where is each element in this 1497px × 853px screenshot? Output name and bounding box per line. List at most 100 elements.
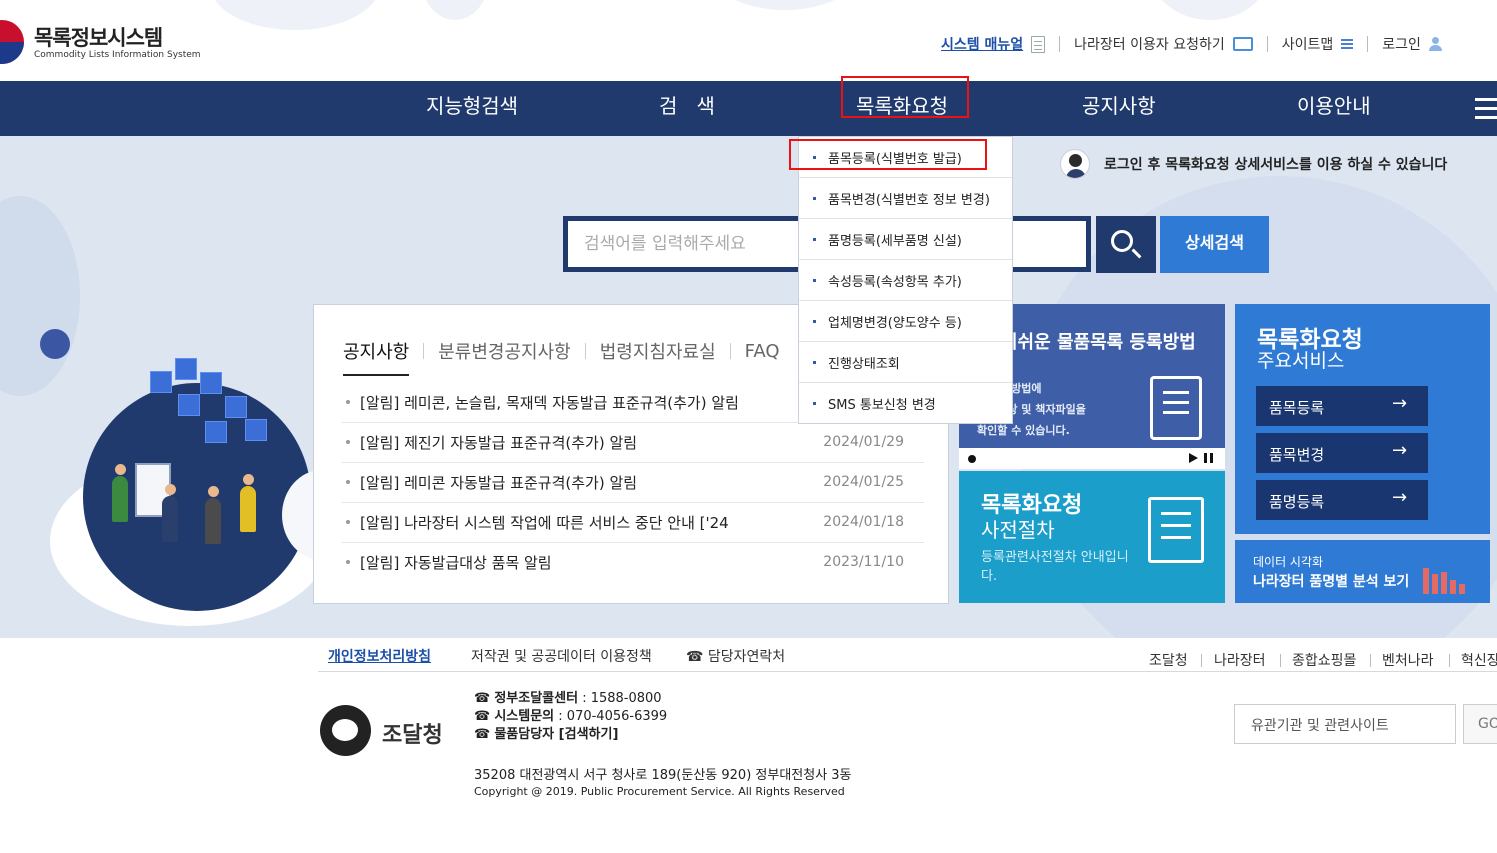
notice-date: 2024/01/29: [823, 434, 904, 450]
tab-classification-notices[interactable]: 분류변경공지사항: [438, 338, 570, 364]
listing-request-dropdown: 품목등록(식별번호 발급) 품목변경(식별번호 정보 변경) 품명등록(세부품명…: [798, 136, 1013, 424]
menu-item-item-registration[interactable]: 품목등록(식별번호 발급): [799, 137, 1012, 178]
bar-chart-icon: [1421, 560, 1473, 594]
footer-site-link[interactable]: 나라장터: [1214, 650, 1266, 670]
divider: [1367, 36, 1369, 52]
header-decoration: [210, 0, 380, 30]
notice-title: [알림] 자동발급대상 품목 알림: [360, 554, 552, 572]
tab-notices[interactable]: 공지사항: [343, 338, 410, 376]
phone-icon: ☎: [474, 727, 491, 742]
cube-icon: [178, 394, 200, 416]
menu-item-name-registration[interactable]: 품명등록(세부품명 신설): [799, 219, 1012, 260]
contact-line: ☎ 정부조달콜센터 : 1588-0800: [474, 690, 667, 708]
header-decoration: [710, 0, 860, 10]
service-label: 품명등록: [1269, 493, 1325, 511]
divider: [1370, 654, 1371, 667]
org-name: 조달청: [382, 723, 443, 748]
copyright-policy-link[interactable]: 저작권 및 공공데이터 이용정책: [471, 646, 652, 666]
menu-item-progress-status[interactable]: 진행상태조회: [799, 342, 1012, 383]
bullet-icon: [346, 560, 350, 564]
nav-listing-request[interactable]: 목록화요청: [856, 81, 948, 136]
bullet-icon: [813, 197, 816, 200]
data-visualization-banner[interactable]: 데이터 시각화 나라장터 품명별 분석 보기: [1235, 540, 1490, 603]
go-button[interactable]: GO: [1463, 704, 1497, 744]
notice-date: 2024/01/18: [823, 514, 904, 530]
notice-title: [알림] 제진기 자동발급 표준규격(추가) 알림: [360, 434, 638, 452]
notice-tabs: 공지사항 분류변경공지사항 법령지침자료실 FAQ: [343, 338, 780, 376]
footer-site-link[interactable]: 종합쇼핑몰: [1292, 650, 1356, 670]
tab-faq[interactable]: FAQ: [745, 341, 780, 362]
footer-site-link[interactable]: 혁신장: [1461, 650, 1497, 670]
notice-title: [알림] 레미콘 자동발급 표준규격(추가) 알림: [360, 474, 638, 492]
cube-icon: [225, 396, 247, 418]
cube-icon: [200, 372, 222, 394]
search-button[interactable]: [1096, 216, 1156, 273]
notice-date: 2024/01/25: [823, 474, 904, 490]
service-item-register-button[interactable]: 품목등록 →: [1256, 386, 1428, 426]
search-icon: [1111, 230, 1133, 252]
site-logo[interactable]: 목록정보시스템 Commodity Lists Information Syst…: [0, 20, 201, 64]
user-request-link[interactable]: 나라장터 이용자 요청하기: [1074, 34, 1225, 54]
menu-item-attribute-registration[interactable]: 속성등록(속성항목 추가): [799, 260, 1012, 301]
cube-icon: [175, 358, 197, 380]
menu-item-company-name-change[interactable]: 업체명변경(양도양수 등): [799, 301, 1012, 342]
monitor-icon: [1232, 37, 1253, 51]
phone-icon: ☎: [474, 709, 491, 724]
cube-icon: [245, 419, 267, 441]
contact-link[interactable]: ☎ 담당자연락처: [686, 646, 785, 666]
menu-item-sms-notification[interactable]: SMS 통보신청 변경: [799, 383, 1012, 424]
privacy-policy-link[interactable]: 개인정보처리방침: [328, 646, 431, 666]
pre-procedure-card[interactable]: 목록화요청 사전절차 등록관련사전절차 안내입니다.: [959, 471, 1225, 603]
advanced-search-button[interactable]: 상세검색: [1160, 216, 1269, 273]
list-item[interactable]: [알림] 레미콘 자동발급 표준규격(추가) 알림 2024/01/25: [342, 463, 924, 503]
clipboard-icon: [1150, 376, 1202, 440]
contact-line[interactable]: ☎ 물품담당자 [검색하기]: [474, 726, 667, 744]
nav-search[interactable]: 검 색: [659, 81, 715, 136]
pps-logo[interactable]: 조달청: [320, 704, 454, 758]
divider: [729, 343, 731, 359]
document-icon: [1031, 35, 1046, 53]
list-item[interactable]: [알림] 나라장터 시스템 작업에 따른 서비스 중단 안내 ['24 2024…: [342, 503, 924, 543]
footer-site-link[interactable]: 조달청: [1149, 650, 1188, 670]
list-item[interactable]: [알림] 자동발급대상 품목 알림 2023/11/10: [342, 543, 924, 583]
service-item-name-register-button[interactable]: 품명등록 →: [1256, 480, 1428, 520]
login-link[interactable]: 로그인: [1382, 34, 1421, 54]
visualization-title: 나라장터 품명별 분석 보기: [1253, 574, 1410, 590]
background-decoration: [40, 329, 70, 359]
cube-icon: [150, 371, 172, 393]
sitemap-link[interactable]: 사이트맵: [1282, 34, 1334, 54]
avatar: [1060, 149, 1090, 179]
notice-title: [알림] 나라장터 시스템 작업에 따른 서비스 중단 안내 ['24: [360, 514, 729, 532]
person-icon: [112, 464, 128, 522]
copyright: Copyright @ 2019. Public Procurement Ser…: [474, 785, 845, 798]
contact-value: : 1588-0800: [578, 691, 662, 706]
list-item[interactable]: [알림] 제진기 자동발급 표준규격(추가) 알림 2024/01/29: [342, 423, 924, 463]
pause-icon[interactable]: [1204, 453, 1213, 463]
address: 35208 대전광역시 서구 청사로 189(둔산동 920) 정부대전청사 3…: [474, 768, 852, 783]
person-icon: [240, 474, 256, 532]
nav-intelligent-search[interactable]: 지능형검색: [426, 81, 518, 136]
pre-procedure-subtitle: 사전절차: [981, 518, 1055, 542]
menu-item-label: 품목등록(식별번호 발급): [828, 152, 962, 167]
page: 목록정보시스템 Commodity Lists Information Syst…: [0, 0, 1497, 853]
footer-links: 개인정보처리방침 저작권 및 공공데이터 이용정책 ☎ 담당자연락처 조달청 나…: [318, 638, 1497, 672]
system-manual-link[interactable]: 시스템 매뉴얼: [941, 34, 1023, 54]
notice-title: [알림] 레미콘, 논슬립, 목재덱 자동발급 표준규격(추가) 알림: [360, 394, 739, 412]
tab-regulations[interactable]: 법령지침자료실: [600, 338, 716, 364]
footer-site-link[interactable]: 벤처나라: [1382, 650, 1434, 670]
contact-line: ☎ 시스템문의 : 070-4056-6399: [474, 708, 667, 726]
nav-guide[interactable]: 이용안내: [1297, 81, 1371, 136]
service-item-change-button[interactable]: 품목변경 →: [1256, 433, 1428, 473]
services-subtitle: 주요서비스: [1257, 350, 1345, 372]
divider: [1201, 654, 1202, 667]
bullet-icon: [813, 156, 816, 159]
related-sites-select[interactable]: 유관기관 및 관련사이트: [1234, 704, 1456, 744]
bullet-icon: [346, 480, 350, 484]
nav-notices[interactable]: 공지사항: [1082, 81, 1156, 136]
play-icon[interactable]: [1189, 453, 1198, 463]
logo-title: 목록정보시스템: [34, 26, 163, 50]
slide-indicator[interactable]: [968, 455, 976, 463]
contact-value: : 070-4056-6399: [554, 709, 668, 724]
menu-icon[interactable]: [1475, 98, 1497, 120]
menu-item-item-change[interactable]: 품목변경(식별번호 정보 변경): [799, 178, 1012, 219]
